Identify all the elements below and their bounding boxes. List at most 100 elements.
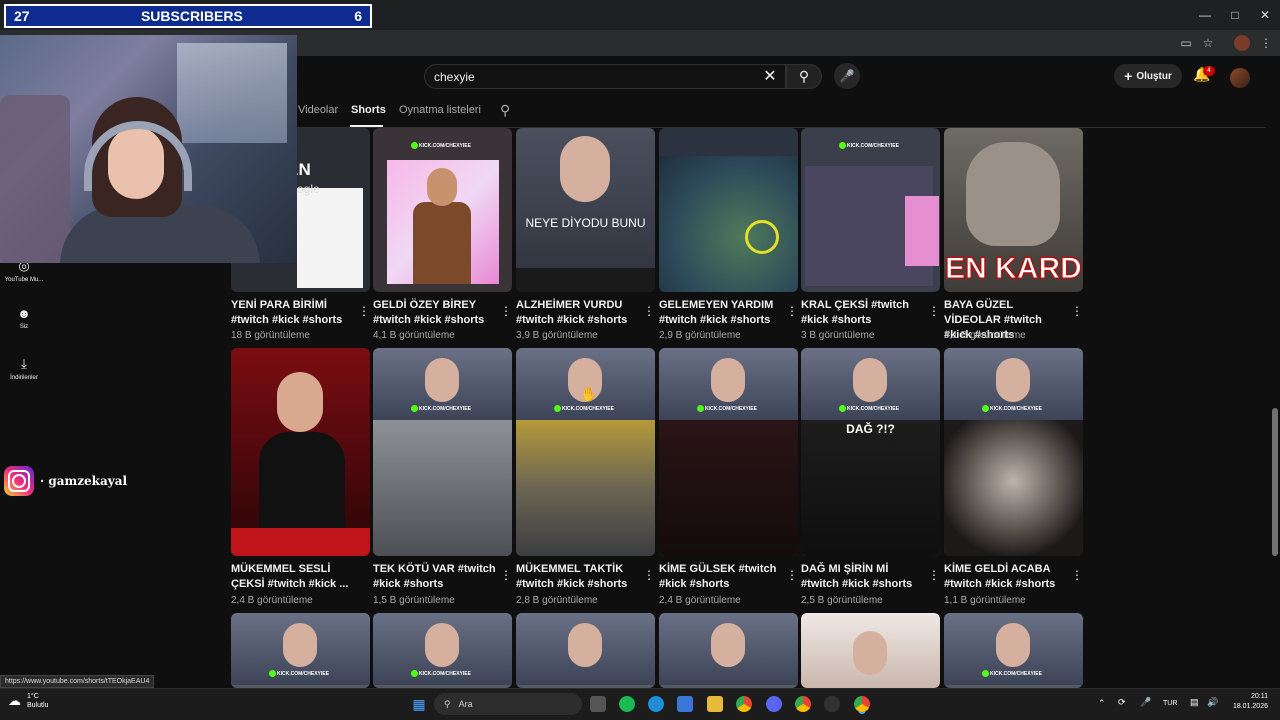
short-thumbnail[interactable]: KICK.COM/CHEXYIEE <box>659 348 798 556</box>
more-options-icon[interactable]: ⋮ <box>358 304 370 318</box>
subscriber-label: SUBSCRIBERS <box>140 8 243 24</box>
obs-icon[interactable] <box>824 696 840 712</box>
microphone-tray-icon[interactable]: 🎤 <box>1140 697 1151 708</box>
search-query-text: chexyie <box>434 70 475 84</box>
short-thumbnail[interactable]: KICK.COM/CHEXYIEE ✋ <box>516 348 655 556</box>
page-scrollbar-thumb[interactable] <box>1272 408 1278 556</box>
short-thumbnail[interactable]: KICK.COM/CHEXYIEE <box>801 128 940 292</box>
short-title[interactable]: GELEMEYEN YARDIM #twitch #kick #shorts <box>659 298 785 328</box>
short-thumbnail[interactable]: KICK.COM/CHEXYIEE <box>944 613 1083 688</box>
system-clock[interactable]: 20:11 18.01.2026 <box>1228 692 1268 712</box>
kick-channel-text: KICK.COM/CHEXYIEE <box>847 143 899 149</box>
more-options-icon[interactable]: ⋮ <box>786 304 798 318</box>
discord-icon[interactable] <box>766 696 782 712</box>
edge-icon[interactable] <box>648 696 664 712</box>
more-options-icon[interactable]: ⋮ <box>1071 304 1083 318</box>
network-icon[interactable]: ▤ <box>1190 697 1199 708</box>
weather-widget[interactable]: ☁ 1°C Bulutlu <box>8 692 48 710</box>
browser-menu-icon[interactable]: ⋮ <box>1258 35 1274 51</box>
windows-start-icon[interactable]: ▦ <box>411 696 427 712</box>
instagram-icon <box>4 466 34 496</box>
taskbar-search[interactable]: ⚲ Ara <box>434 693 582 715</box>
short-thumbnail[interactable]: NEYE DİYODU BUNU <box>516 128 655 292</box>
short-thumbnail[interactable] <box>659 128 798 292</box>
more-options-icon[interactable]: ⋮ <box>500 304 512 318</box>
more-options-icon[interactable]: ⋮ <box>643 568 655 582</box>
more-options-icon[interactable]: ⋮ <box>643 304 655 318</box>
create-button-label: Oluştur <box>1136 70 1172 82</box>
search-input[interactable] <box>424 64 786 89</box>
spotify-icon[interactable] <box>619 696 635 712</box>
create-button[interactable]: + Oluştur <box>1114 64 1182 88</box>
search-icon: ⚲ <box>798 68 810 84</box>
more-options-icon[interactable]: ⋮ <box>928 568 940 582</box>
short-thumbnail[interactable]: EN KARD <box>944 128 1083 292</box>
account-avatar[interactable] <box>1230 68 1250 88</box>
short-title[interactable]: ALZHEİMER VURDU #twitch #kick #shorts <box>516 298 642 328</box>
cat-face <box>966 142 1060 246</box>
short-thumbnail[interactable]: KICK.COM/CHEXYIEE <box>944 348 1083 556</box>
short-title[interactable]: MÜKEMMEL TAKTİK #twitch #kick #shorts <box>516 562 642 592</box>
chrome-icon[interactable] <box>736 696 752 712</box>
chrome-active-icon[interactable] <box>854 696 870 712</box>
close-window-icon[interactable]: ✕ <box>1256 6 1274 24</box>
short-title[interactable]: MÜKEMMEL SESLİ ÇEKSİ #twitch #kick ... <box>231 562 357 592</box>
sidebar-item-downloads[interactable]: ⤓ İndirilenler <box>0 356 48 381</box>
kick-logo-icon <box>697 405 704 412</box>
maximize-icon[interactable]: □ <box>1226 6 1244 24</box>
game-footage <box>659 420 798 556</box>
tray-chevron-icon[interactable]: ⌃ <box>1098 698 1106 709</box>
short-title[interactable]: DAĞ MI ŞİRİN Mİ #twitch #kick #shorts <box>801 562 927 592</box>
kick-logo-icon <box>411 142 418 149</box>
clock-date: 18.01.2026 <box>1232 703 1268 710</box>
kick-logo-icon <box>839 405 846 412</box>
voice-search-button[interactable]: 🎤 <box>834 63 860 89</box>
volume-icon[interactable]: 🔊 <box>1207 697 1218 708</box>
input-language[interactable]: TUR <box>1163 700 1177 707</box>
sidebar-item-you[interactable]: ☻ Siz <box>0 306 48 330</box>
notification-count-badge: 4 <box>1203 66 1215 76</box>
minimize-icon[interactable]: — <box>1196 6 1214 24</box>
short-thumbnail[interactable]: KICK.COM/CHEXYIEE <box>373 613 512 688</box>
short-title[interactable]: KİME GELDİ ACABA #twitch #kick #shorts <box>944 562 1070 592</box>
clear-search-icon[interactable]: ✕ <box>762 66 778 86</box>
tab-videos[interactable]: Videolar <box>298 104 338 116</box>
bookmark-star-icon[interactable]: ☆ <box>1200 35 1216 51</box>
short-thumbnail[interactable] <box>231 348 370 556</box>
more-options-icon[interactable]: ⋮ <box>786 568 798 582</box>
chrome-profile-icon[interactable] <box>795 696 811 712</box>
short-title[interactable]: KİME GÜLSEK #twitch #kick #shorts <box>659 562 785 592</box>
more-options-icon[interactable]: ⋮ <box>500 568 512 582</box>
short-views: 1,5 B görüntüleme <box>373 595 455 606</box>
more-options-icon[interactable]: ⋮ <box>1071 568 1083 582</box>
sync-icon[interactable]: ⟳ <box>1118 697 1126 708</box>
short-title[interactable]: TEK KÖTÜ VAR #twitch #kick #shorts <box>373 562 499 592</box>
task-view-icon[interactable] <box>590 696 606 712</box>
short-title[interactable]: YENİ PARA BİRİMİ #twitch #kick #shorts <box>231 298 357 328</box>
short-thumbnail[interactable]: KICK.COM/CHEXYIEE DAĞ ?!? <box>801 348 940 556</box>
store-icon[interactable] <box>677 696 693 712</box>
more-options-icon[interactable]: ⋮ <box>928 304 940 318</box>
thumb-overlay-text: ogle <box>297 182 320 196</box>
file-explorer-icon[interactable] <box>707 696 723 712</box>
short-thumbnail[interactable] <box>801 613 940 688</box>
short-title[interactable]: GELDİ ÖZEY BİREY #twitch #kick #shorts <box>373 298 499 328</box>
page-scrollbar-track[interactable] <box>1270 56 1280 688</box>
tab-shorts[interactable]: Shorts <box>351 104 386 116</box>
profile-avatar-icon[interactable] <box>1234 35 1250 51</box>
install-app-icon[interactable]: ▭ <box>1178 35 1194 51</box>
search-button[interactable]: ⚲ <box>786 64 822 89</box>
short-thumbnail[interactable]: KICK.COM/CHEXYIEE <box>373 128 512 292</box>
download-icon: ⤓ <box>21 356 27 371</box>
short-thumbnail[interactable] <box>659 613 798 688</box>
channel-search-icon[interactable]: ⚲ <box>500 102 510 119</box>
short-views: 2,5 B görüntüleme <box>801 595 883 606</box>
mouse-cursor-icon: ✋ <box>580 386 598 402</box>
subscriber-counter-overlay: 27 SUBSCRIBERS 6 <box>4 4 372 28</box>
short-thumbnail[interactable]: KICK.COM/CHEXYIEE <box>373 348 512 556</box>
short-thumbnail[interactable] <box>516 613 655 688</box>
kick-logo-icon <box>982 670 989 677</box>
short-thumbnail[interactable]: KICK.COM/CHEXYIEE <box>231 613 370 688</box>
tab-playlists[interactable]: Oynatma listeleri <box>399 104 481 116</box>
short-title[interactable]: KRAL ÇEKSİ #twitch #kick #shorts <box>801 298 927 328</box>
